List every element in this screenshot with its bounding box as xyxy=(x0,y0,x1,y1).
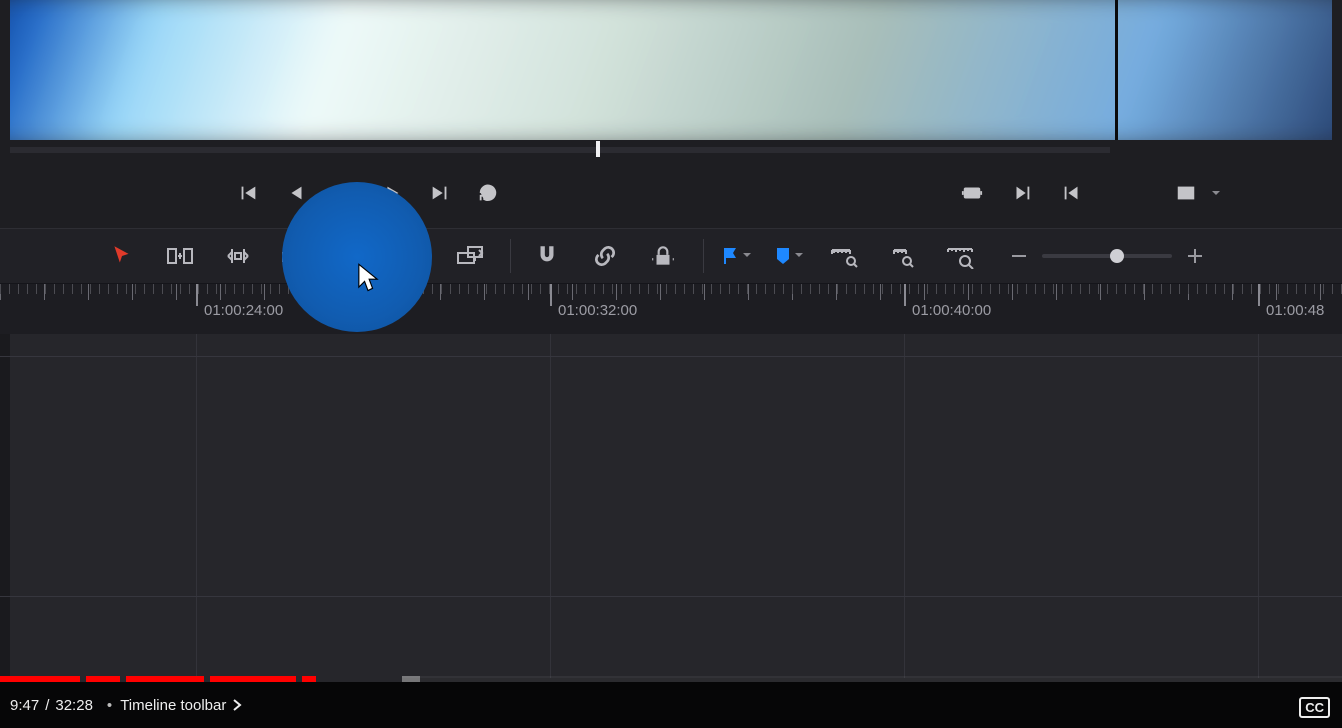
position-lock-icon[interactable] xyxy=(645,238,681,274)
viewer-mode-group xyxy=(1174,181,1228,205)
timeline-tracks-area[interactable] xyxy=(0,334,1342,678)
timeline-gridline xyxy=(904,334,905,678)
viewer-split-line xyxy=(1115,0,1118,140)
timeline-gridline xyxy=(550,334,551,678)
clip-marker[interactable] xyxy=(774,246,804,266)
dynamic-trim-icon[interactable] xyxy=(220,238,256,274)
loop-icon[interactable] xyxy=(476,181,500,205)
closed-captions-button[interactable]: CC xyxy=(1299,697,1330,718)
video-chapter-button[interactable]: Timeline toolbar xyxy=(120,697,242,714)
detail-zoom-icon[interactable] xyxy=(884,238,920,274)
transport-right-group xyxy=(960,181,1084,205)
ruler-major-tick xyxy=(196,284,198,306)
timeline-left-gutter xyxy=(0,334,10,678)
ruler-major-tick xyxy=(550,284,552,306)
transport-bar xyxy=(0,172,1342,214)
viewer-preview xyxy=(10,0,1332,140)
ruler-timecode-label: 01:00:48 xyxy=(1266,302,1324,319)
timeline-row-divider xyxy=(0,596,1342,597)
ruler-timecode-label: 01:00:24:00 xyxy=(204,302,283,319)
video-chapter-label: Timeline toolbar xyxy=(120,697,226,714)
zoom-slider-group xyxy=(1010,247,1204,265)
replace-clip-icon[interactable] xyxy=(452,238,488,274)
selection-tool-icon[interactable] xyxy=(104,238,140,274)
video-duration: 32:28 xyxy=(55,697,93,714)
toolbar-separator xyxy=(510,239,511,273)
cc-label: CC xyxy=(1305,700,1324,715)
step-back-icon[interactable] xyxy=(284,181,308,205)
mouse-cursor-icon xyxy=(354,262,382,299)
go-to-end-icon[interactable] xyxy=(428,181,452,205)
flag-marker[interactable] xyxy=(722,246,752,266)
zoom-out-icon[interactable] xyxy=(1010,247,1028,265)
viewer-mode-dropdown-icon[interactable] xyxy=(1204,181,1228,205)
next-clip-icon[interactable] xyxy=(1010,181,1034,205)
video-time-separator: / xyxy=(45,697,49,714)
ruler-major-tick xyxy=(904,284,906,306)
zoom-in-icon[interactable] xyxy=(1186,247,1204,265)
chevron-right-icon xyxy=(232,698,242,712)
preview-frame xyxy=(10,0,1332,140)
trim-edit-icon[interactable] xyxy=(162,238,198,274)
video-current-time: 9:47 xyxy=(10,697,39,714)
timeline-gridline xyxy=(196,334,197,678)
toolbar-separator xyxy=(703,239,704,273)
video-dot-separator: • xyxy=(107,697,112,714)
zoom-slider-thumb[interactable] xyxy=(1110,249,1124,263)
full-extent-zoom-icon[interactable] xyxy=(826,238,862,274)
viewer-mode-icon[interactable] xyxy=(1174,181,1198,205)
ruler-timecode-label: 01:00:32:00 xyxy=(558,302,637,319)
timeline-row-divider xyxy=(0,356,1342,357)
ruler-major-tick xyxy=(1258,284,1260,306)
timeline-ruler[interactable]: 01:00:24:00 01:00:32:00 01:00:40:00 01:00:4… xyxy=(0,284,1342,334)
timeline-toolbar xyxy=(0,228,1342,284)
flag-dropdown-icon[interactable] xyxy=(742,247,752,265)
cursor-highlight-circle xyxy=(282,182,432,332)
snap-icon[interactable] xyxy=(529,238,565,274)
custom-zoom-icon[interactable] xyxy=(942,238,978,274)
clip-marker-dropdown-icon[interactable] xyxy=(794,247,804,265)
viewer-playhead[interactable] xyxy=(596,141,600,157)
ruler-timecode-label: 01:00:40:00 xyxy=(912,302,991,319)
match-frame-icon[interactable] xyxy=(960,181,984,205)
link-icon[interactable] xyxy=(587,238,623,274)
video-info-row: 9:47 / 32:28 • Timeline toolbar xyxy=(0,682,1342,728)
zoom-slider[interactable] xyxy=(1042,254,1172,258)
previous-clip-icon[interactable] xyxy=(1060,181,1084,205)
go-to-start-icon[interactable] xyxy=(236,181,260,205)
timeline-gridline xyxy=(1258,334,1259,678)
viewer-scrub-track[interactable] xyxy=(10,147,1110,153)
